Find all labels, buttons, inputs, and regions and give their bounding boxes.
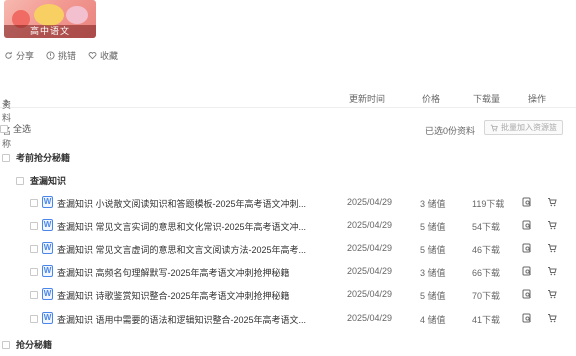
row-downloads: 66下载: [472, 268, 501, 278]
word-doc-icon: W: [42, 312, 53, 324]
preview-icon[interactable]: [522, 197, 532, 207]
row-date: 2025/04/29: [347, 220, 393, 230]
word-doc-icon: W: [42, 219, 53, 231]
table-row[interactable]: W 查漏知识 常见文言实词的意思和文化常识-2025年高考语文冲... 2025/0…: [0, 215, 576, 237]
row-downloads: 41下载: [472, 315, 501, 325]
resource-actions: 分享 挑错 收藏: [4, 49, 118, 62]
group-checkbox[interactable]: [2, 153, 10, 162]
table-row[interactable]: W 查漏知识 小说散文阅读知识和答题模板-2025年高考语文冲刺... 2025/0…: [0, 192, 576, 214]
row-price: 4 储值: [420, 315, 446, 325]
add-cart-icon[interactable]: [547, 197, 557, 207]
row-title[interactable]: 查漏知识 诗歌鉴赏知识整合-2025年高考语文冲刺抢押秘籍: [57, 289, 315, 302]
add-cart-icon[interactable]: [547, 289, 557, 299]
row-checkbox[interactable]: [30, 291, 38, 299]
batch-add-cart-button[interactable]: 批量加入资源篮: [484, 120, 563, 135]
cover-caption: 高中语文: [4, 25, 96, 38]
cover-image: 高中语文: [4, 0, 96, 38]
cover-decoration: [66, 6, 88, 24]
row-date: 2025/04/29: [347, 289, 393, 299]
add-cart-icon[interactable]: [547, 313, 557, 323]
group-title: 考前抢分秘籍: [16, 153, 71, 163]
word-doc-icon: W: [42, 265, 53, 277]
preview-icon[interactable]: [522, 220, 532, 230]
row-title[interactable]: 查漏知识 高频名句理解默写-2025年高考语文冲刺抢押秘籍: [57, 266, 315, 279]
table-row[interactable]: W 查漏知识 诗歌鉴赏知识整合-2025年高考语文冲刺抢押秘籍 2025/04/29…: [0, 284, 576, 306]
row-title[interactable]: 查漏知识 小说散文阅读知识和答题模板-2025年高考语文冲刺...: [57, 197, 315, 210]
select-all[interactable]: 全选: [0, 122, 31, 135]
row-downloads: 54下载: [472, 222, 501, 232]
table-header: 资料名称⇕ 更新时间 价格 下载量 操作: [0, 86, 576, 149]
row-price: 3 储值: [420, 268, 446, 278]
add-cart-icon[interactable]: [547, 266, 557, 276]
row-checkbox[interactable]: [30, 245, 38, 253]
group-top[interactable]: 考前抢分秘籍: [2, 151, 70, 164]
word-doc-icon: W: [42, 196, 53, 208]
share-icon: [5, 51, 12, 59]
row-price: 5 储值: [420, 291, 446, 301]
group-next[interactable]: 抢分秘籍: [2, 338, 52, 351]
selected-count: 已选0份资料: [425, 126, 476, 136]
share-label: 分享: [16, 51, 35, 61]
add-cart-icon[interactable]: [547, 243, 557, 253]
report-error-button[interactable]: 挑错: [46, 49, 76, 62]
column-downloads: 下载量: [473, 94, 501, 104]
batch-add-label: 批量加入资源篮: [501, 123, 557, 132]
preview-icon[interactable]: [522, 313, 532, 323]
favorite-button[interactable]: 收藏: [88, 49, 118, 62]
add-cart-icon[interactable]: [547, 220, 557, 230]
sort-icon: ⇕: [2, 98, 10, 108]
row-price: 5 储值: [420, 245, 446, 255]
row-date: 2025/04/29: [347, 197, 393, 207]
group-checkbox[interactable]: [16, 176, 24, 185]
row-title[interactable]: 查漏知识 常见文言实词的意思和文化常识-2025年高考语文冲...: [57, 220, 315, 233]
row-checkbox[interactable]: [30, 222, 38, 230]
row-price: 5 储值: [420, 222, 446, 232]
group-sub[interactable]: 查漏知识: [16, 174, 66, 187]
row-downloads: 70下载: [472, 291, 501, 301]
row-checkbox[interactable]: [30, 315, 38, 323]
row-date: 2025/04/29: [347, 313, 393, 323]
column-ops: 操作: [528, 94, 547, 104]
row-checkbox[interactable]: [30, 268, 38, 276]
row-date: 2025/04/29: [347, 266, 393, 276]
preview-icon[interactable]: [522, 266, 532, 276]
favorite-label: 收藏: [100, 51, 119, 61]
share-button[interactable]: 分享: [4, 49, 34, 62]
select-all-checkbox[interactable]: [0, 124, 8, 133]
table-row[interactable]: W 查漏知识 常见文言虚词的意思和文言文阅读方法-2025年高考... 2025/0…: [0, 238, 576, 260]
word-doc-icon: W: [42, 288, 53, 300]
report-label: 挑错: [58, 51, 77, 61]
row-title[interactable]: 查漏知识 语用中需要的语法和逻辑知识整合-2025年高考语文...: [57, 313, 315, 326]
row-checkbox[interactable]: [30, 199, 38, 207]
column-updated: 更新时间: [349, 94, 386, 104]
preview-icon[interactable]: [522, 243, 532, 253]
cart-icon: [490, 124, 498, 131]
row-downloads: 46下载: [472, 245, 501, 255]
table-row[interactable]: W 查漏知识 高频名句理解默写-2025年高考语文冲刺抢押秘籍 2025/04/29…: [0, 261, 576, 283]
cover-decoration: [34, 4, 64, 26]
report-icon: [46, 51, 55, 60]
row-date: 2025/04/29: [347, 243, 393, 253]
word-doc-icon: W: [42, 242, 53, 254]
group-title: 查漏知识: [30, 176, 67, 186]
group-checkbox[interactable]: [2, 340, 10, 349]
select-all-label: 全选: [13, 124, 32, 134]
table-row[interactable]: W 查漏知识 语用中需要的语法和逻辑知识整合-2025年高考语文... 2025/0…: [0, 308, 576, 330]
row-downloads: 119下载: [472, 199, 505, 209]
preview-icon[interactable]: [522, 289, 532, 299]
row-title[interactable]: 查漏知识 常见文言虚词的意思和文言文阅读方法-2025年高考...: [57, 243, 315, 256]
row-price: 3 储值: [420, 199, 446, 209]
heart-icon: [88, 52, 97, 60]
column-price: 价格: [422, 94, 441, 104]
group-title: 抢分秘籍: [16, 340, 53, 350]
